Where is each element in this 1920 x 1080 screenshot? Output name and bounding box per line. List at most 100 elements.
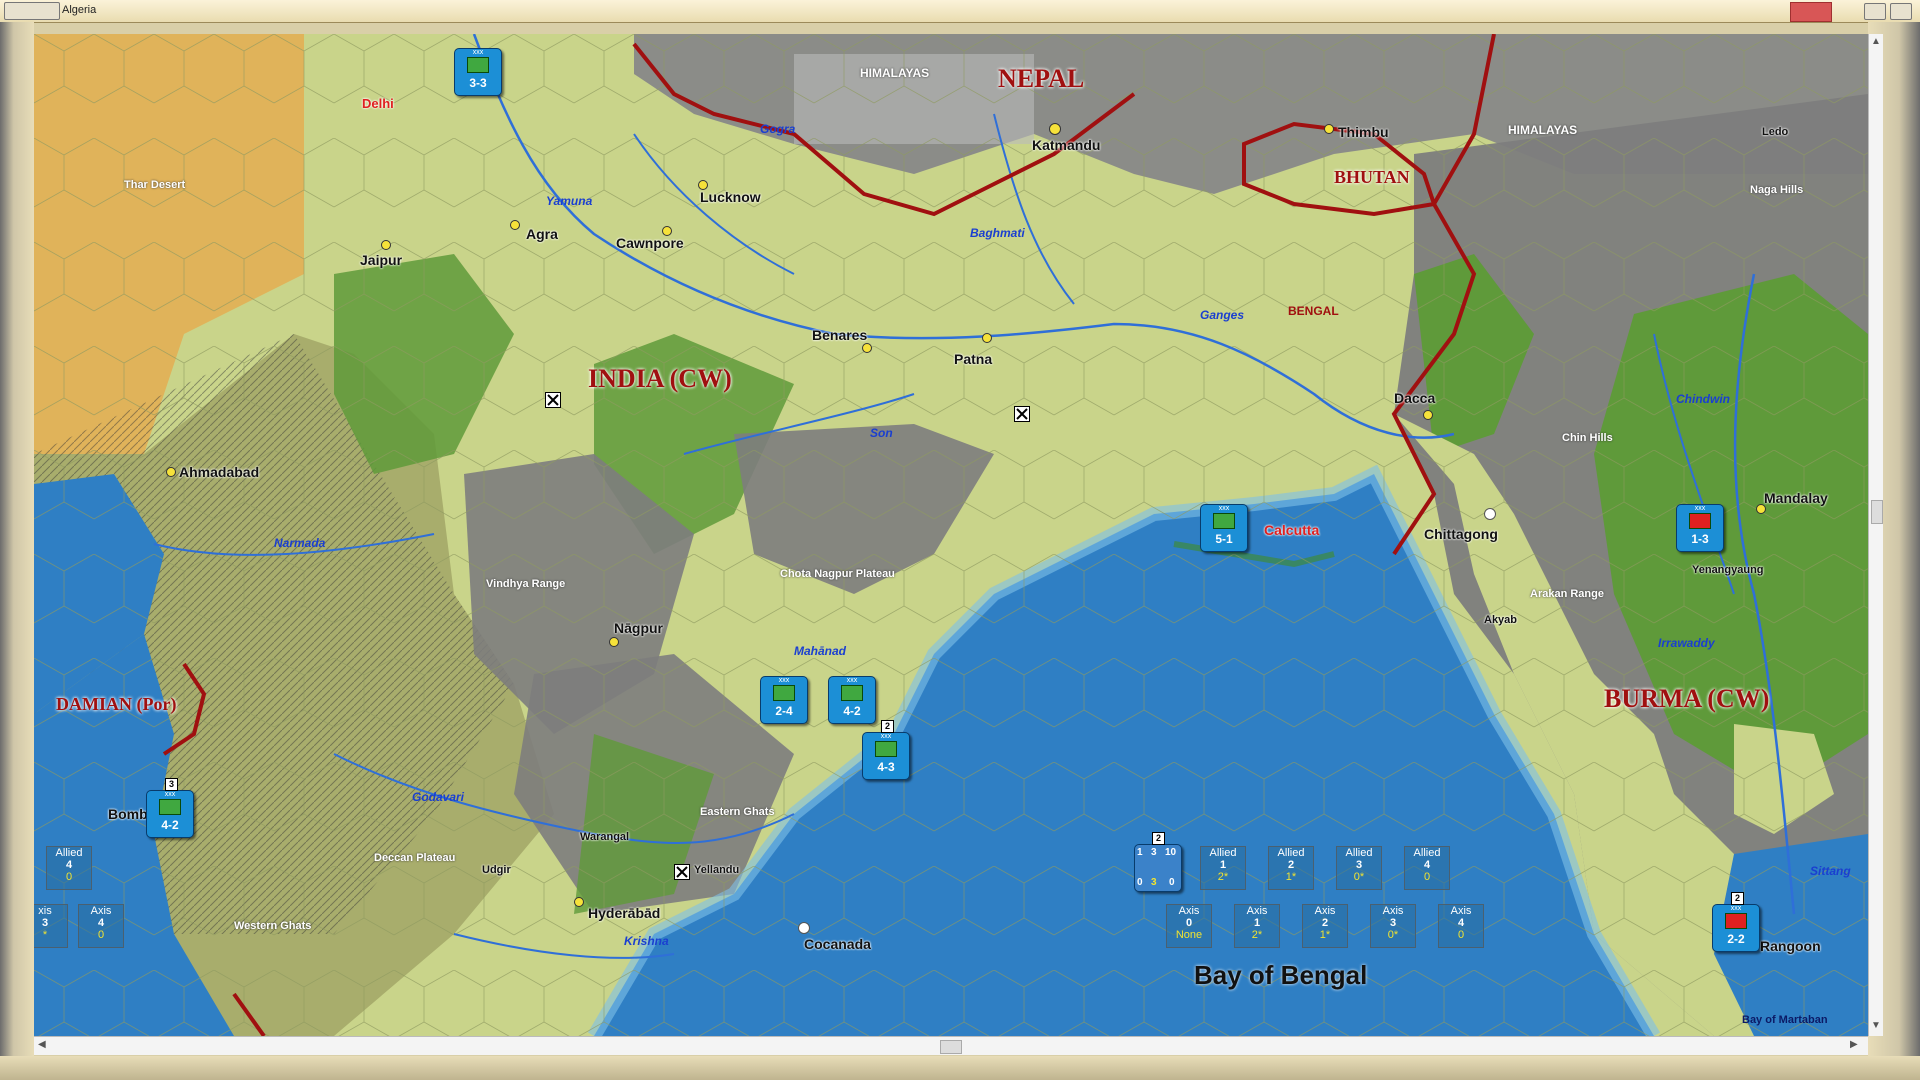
scroll-up-icon[interactable]: ▲ — [1871, 36, 1881, 47]
weather-box-axis[interactable]: Axis 2 1* — [1302, 904, 1348, 948]
city-label-agra[interactable]: Agra — [526, 226, 558, 242]
river-label-sittang: Sittang — [1810, 864, 1851, 878]
city-label-jaipur[interactable]: Jaipur — [360, 252, 402, 268]
stack-count-badge: 2 — [1731, 892, 1744, 905]
city-label-katmandu[interactable]: Katmandu — [1032, 137, 1100, 153]
weather-box-allied[interactable]: Allied 2 1* — [1268, 846, 1314, 890]
city-label-nagpur[interactable]: Nāgpur — [614, 620, 663, 636]
country-label-nepal: NEPAL — [998, 64, 1085, 93]
region-label-bengal: BENGAL — [1288, 304, 1339, 318]
river-label-godavari: Godavari — [412, 790, 465, 804]
weather-box-axis[interactable]: Axis 4 0 — [1438, 904, 1484, 948]
army-counter[interactable]: xxx 1-3 — [1676, 504, 1724, 552]
city-marker — [510, 220, 520, 230]
weather-box-axis[interactable]: Axis 1 2* — [1234, 904, 1280, 948]
city-label-rangoon[interactable]: Rangoon — [1760, 938, 1821, 954]
river-label-gogra: Gogra — [760, 122, 796, 136]
city-label-thimbu[interactable]: Thimbu — [1338, 124, 1389, 140]
city-label-cocanada[interactable]: Cocanada — [804, 936, 871, 952]
stack-count-badge: 2 — [881, 720, 894, 733]
city-label-warangal[interactable]: Warangal — [580, 831, 629, 843]
minimize-button[interactable] — [1864, 3, 1886, 20]
city-marker — [166, 467, 176, 477]
country-label-damian: DAMIAN (Por) — [56, 694, 177, 714]
city-label-ahmadabad[interactable]: Ahmadabad — [179, 464, 259, 480]
maximize-button[interactable] — [1890, 3, 1912, 20]
capital-marker — [1049, 123, 1061, 135]
mine-icon — [674, 864, 690, 880]
city-marker — [1423, 410, 1433, 420]
army-counter[interactable]: xxx 3-3 — [454, 48, 502, 96]
city-marker — [982, 333, 992, 343]
city-label-benares[interactable]: Benares — [812, 327, 867, 343]
scroll-left-icon[interactable]: ◀ — [38, 1039, 46, 1050]
system-menu-button[interactable] — [4, 2, 60, 20]
river-label-yamuna: Yamuna — [546, 194, 593, 208]
window-frame-bottom — [0, 1056, 1920, 1080]
weather-box-allied[interactable]: Allied 3 0* — [1336, 846, 1382, 890]
fleet-counter[interactable]: 1 3 10 0 3 0 — [1134, 844, 1182, 892]
city-label-mandalay[interactable]: Mandalay — [1764, 490, 1828, 506]
country-label-india: INDIA (CW) — [588, 364, 732, 393]
city-label-cawnpore[interactable]: Cawnpore — [616, 235, 684, 251]
city-label-yellandu[interactable]: Yellandu — [694, 864, 739, 876]
city-label-udgir[interactable]: Udgir — [482, 864, 511, 876]
army-counter[interactable]: xxx 2-4 — [760, 676, 808, 724]
region-label-western-ghats: Western Ghats — [234, 920, 312, 932]
region-label-chota-nagpur: Chota Nagpur Plateau — [780, 568, 895, 580]
army-counter[interactable]: xxx 5-1 — [1200, 504, 1248, 552]
weather-box-allied[interactable]: Allied 4 0 — [1404, 846, 1450, 890]
scroll-thumb[interactable] — [940, 1040, 962, 1054]
city-marker — [609, 637, 619, 647]
sea-label-bay-of-bengal: Bay of Bengal — [1194, 960, 1368, 990]
river-label-narmada: Narmada — [274, 536, 326, 550]
scroll-down-icon[interactable]: ▼ — [1871, 1020, 1881, 1031]
weather-box-axis[interactable]: Axis 4 0 — [78, 904, 124, 948]
scroll-right-icon[interactable]: ▶ — [1850, 1039, 1858, 1050]
weather-box-axis[interactable]: xis 3 * — [34, 904, 68, 948]
stack-count-badge: 2 — [1152, 832, 1165, 845]
river-label-baghmati: Baghmati — [970, 226, 1025, 240]
port-marker — [1484, 508, 1496, 520]
army-counter[interactable]: xxx 4-2 — [828, 676, 876, 724]
close-button[interactable] — [1790, 2, 1832, 22]
region-label-eastern-ghats: Eastern Ghats — [700, 806, 775, 818]
window-title: Algeria — [62, 4, 97, 16]
region-label-naga-hills: Naga Hills — [1750, 184, 1804, 196]
sea-label-bay-of-martaban: Bay of Martaban — [1742, 1014, 1828, 1026]
army-counter[interactable]: xxx 4-3 — [862, 732, 910, 780]
city-marker — [381, 240, 391, 250]
scroll-thumb[interactable] — [1871, 500, 1883, 524]
city-label-patna[interactable]: Patna — [954, 351, 992, 367]
weather-box-axis[interactable]: Axis 0 None — [1166, 904, 1212, 948]
region-label-himalayas-east: HIMALAYAS — [1508, 123, 1578, 137]
country-label-bhutan: BHUTAN — [1334, 167, 1410, 187]
army-counter[interactable]: xxx 4-2 — [146, 790, 194, 838]
army-counter[interactable]: xxx 2-2 — [1712, 904, 1760, 952]
city-label-hyderabad[interactable]: Hyderābād — [588, 905, 660, 921]
hex-map[interactable]: INDIA (CW) NEPAL BHUTAN BURMA (CW) DAMIA… — [34, 34, 1868, 1036]
city-label-chittagong[interactable]: Chittagong — [1424, 526, 1498, 542]
river-label-mahanadi: Mahānad — [794, 644, 847, 658]
region-label-arakan-range: Arakan Range — [1530, 588, 1604, 600]
weather-box-allied[interactable]: Allied 4 0 — [46, 846, 92, 890]
country-label-burma: BURMA (CW) — [1604, 684, 1770, 713]
river-label-krishna: Krishna — [624, 934, 669, 948]
city-label-lucknow[interactable]: Lucknow — [700, 189, 761, 205]
stack-count-badge: 3 — [165, 778, 178, 791]
city-label-yenangyaung[interactable]: Yenangyaung — [1692, 564, 1764, 576]
city-label-dacca[interactable]: Dacca — [1394, 390, 1435, 406]
city-label-calcutta[interactable]: Calcutta — [1264, 522, 1319, 538]
city-label-ledo[interactable]: Ledo — [1762, 126, 1788, 138]
city-label-akyab[interactable]: Akyab — [1484, 614, 1517, 626]
title-bar: Algeria — [0, 0, 1920, 23]
weather-box-axis[interactable]: Axis 3 0* — [1370, 904, 1416, 948]
horizontal-scrollbar[interactable]: ◀ ▶ — [34, 1036, 1868, 1055]
river-label-son: Son — [870, 426, 893, 440]
terrain-layer — [34, 34, 1868, 1036]
region-label-deccan-plateau: Deccan Plateau — [374, 852, 456, 864]
city-label-delhi[interactable]: Delhi — [362, 96, 394, 111]
region-label-thar-desert: Thar Desert — [124, 179, 186, 191]
vertical-scrollbar[interactable]: ▲ ▼ — [1868, 34, 1883, 1036]
weather-box-allied[interactable]: Allied 1 2* — [1200, 846, 1246, 890]
